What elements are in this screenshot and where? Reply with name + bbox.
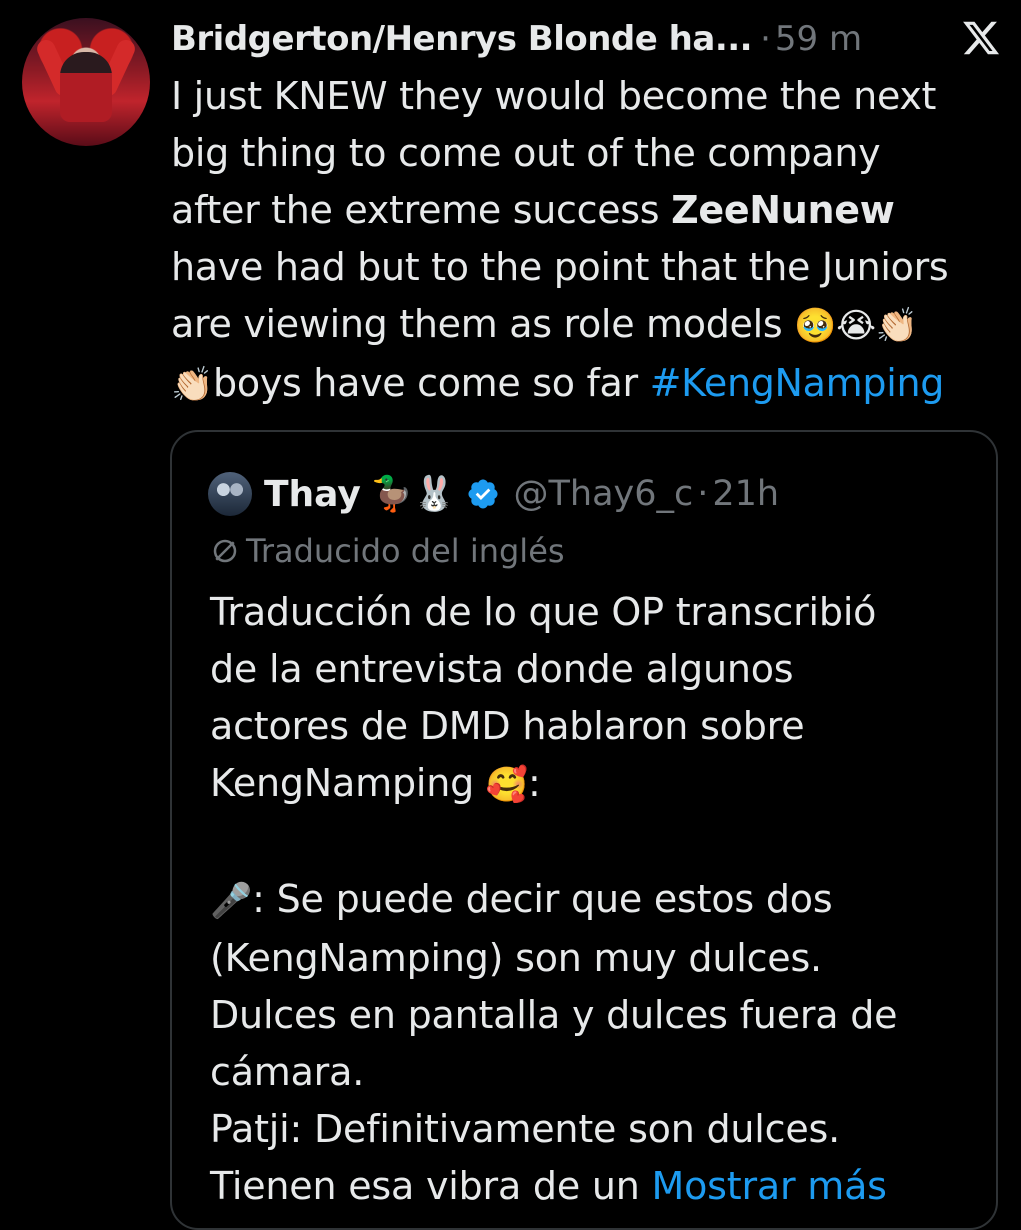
quoted-line: Traducción de lo que OP transcribió (210, 590, 877, 634)
quoted-author-avatar[interactable] (208, 472, 252, 516)
tweet-line: after the extreme success ZeeNunew (171, 188, 895, 232)
tweet-line: have had but to the point that the Junio… (171, 245, 949, 289)
quoted-line: cámara. (210, 1050, 365, 1094)
quoted-tweet-text: Traducción de lo que OP transcribió de l… (210, 584, 980, 1215)
quoted-line: actores de DMD hablaron sobre (210, 704, 805, 748)
quoted-author-name[interactable]: Thay (264, 474, 361, 515)
avatar-figure (60, 52, 112, 122)
emoji-group: 🥹😭👏🏻 (794, 306, 918, 346)
verified-badge-icon (467, 479, 498, 509)
quoted-line: Tienen esa vibra de un Mostrar más (210, 1164, 887, 1208)
author-name[interactable]: Bridgerton/Henrys Blonde ha... (171, 19, 753, 59)
quoted-line: Patji: Definitivamente son dulces. (210, 1107, 840, 1151)
name-emojis: 🦆🐰 (370, 474, 456, 514)
author-avatar[interactable] (22, 18, 150, 146)
quoted-tweet-header: Thay 🦆🐰 @Thay6_c · 21h (208, 470, 779, 518)
microphone-emoji: 🎤 (210, 881, 253, 921)
tweet-line: are viewing them as role models 🥹😭👏🏻 (171, 302, 918, 346)
quoted-line: Dulces en pantalla y dulces fuera de (210, 993, 898, 1037)
smiling-hearts-emoji: 🥰 (485, 765, 529, 805)
tweet-timestamp[interactable]: 59 m (775, 19, 862, 59)
tweet-line: big thing to come out of the company (171, 131, 881, 175)
translated-label: Traducido del inglés (246, 532, 565, 570)
quoted-line: 🎤: Se puede decir que estos dos (210, 877, 833, 921)
tweet-line: I just KNEW they would become the next (171, 74, 937, 118)
quoted-line: de la entrevista donde algunos (210, 647, 794, 691)
header-separator: · (760, 19, 771, 59)
tweet-line: 👏🏻boys have come so far #KengNamping (171, 361, 945, 405)
clap-emoji: 👏🏻 (171, 365, 214, 405)
quoted-tweet[interactable]: Thay 🦆🐰 @Thay6_c · 21h Traducido del ing… (170, 430, 998, 1230)
show-more-link[interactable]: Mostrar más (652, 1164, 887, 1208)
hashtag-link[interactable]: #KengNamping (650, 361, 945, 405)
x-logo-icon[interactable] (961, 18, 1001, 58)
quoted-line: KengNamping 🥰: (210, 761, 541, 805)
quoted-header-separator: · (697, 474, 709, 514)
quoted-line: (KengNamping) son muy dulces. (210, 936, 822, 980)
tweet-header: Bridgerton/Henrys Blonde ha... · 59 m (171, 14, 1001, 64)
quoted-blank-line (210, 814, 980, 871)
quoted-timestamp[interactable]: 21h (712, 474, 779, 514)
quoted-author-handle[interactable]: @Thay6_c (514, 474, 694, 514)
tweet-text: I just KNEW they would become the next b… (171, 68, 1001, 414)
mention-zeenunew: ZeeNunew (671, 188, 895, 232)
translate-icon (213, 539, 237, 563)
translation-indicator: Traducido del inglés (210, 532, 565, 570)
